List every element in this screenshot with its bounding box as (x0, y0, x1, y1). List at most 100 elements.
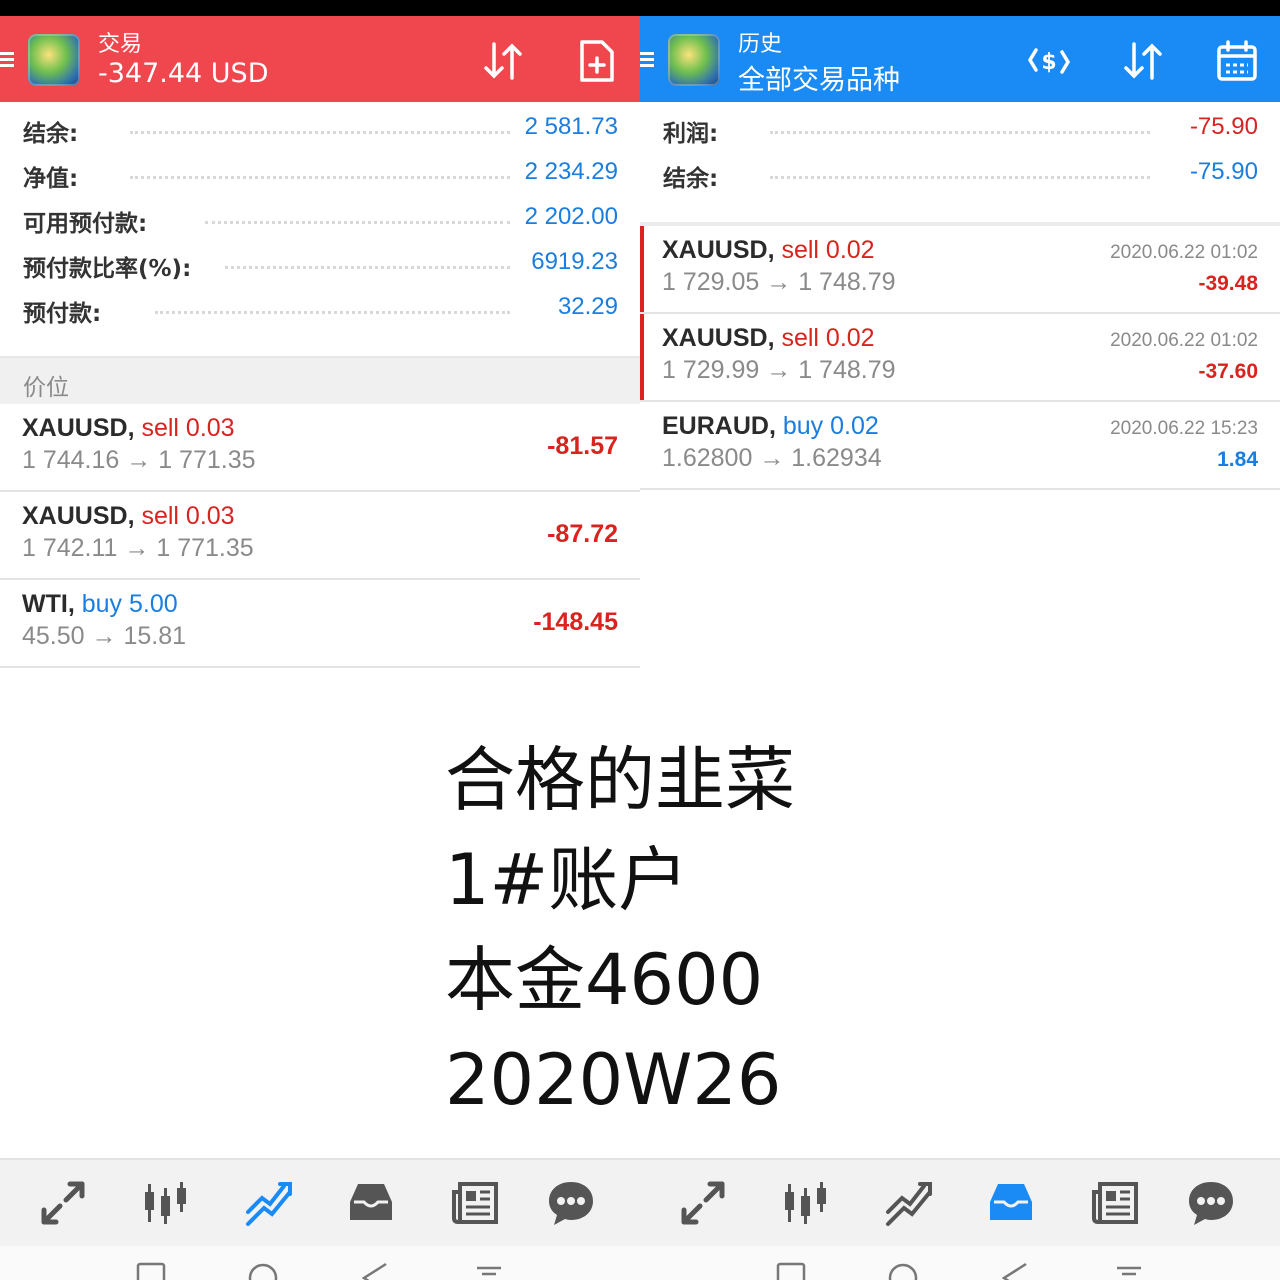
notification-icon[interactable] (474, 1260, 504, 1280)
position-prices: 1 744.16 → 1 771.35 (22, 446, 256, 474)
dotted-leader (130, 176, 510, 179)
position-profit: -87.72 (547, 520, 618, 548)
menu-icon[interactable] (640, 52, 654, 68)
position-row[interactable]: WTI, buy 5.00 45.50 → 15.81 -148.45 (0, 580, 640, 668)
trade-icon[interactable] (244, 1178, 294, 1228)
position-symbol: WTI, (22, 590, 75, 618)
history-summary: 利润: -75.90 结余: -75.90 (640, 104, 1280, 194)
summary-value: 2 202.00 (516, 203, 618, 231)
deal-symbol: XAUUSD, (662, 324, 775, 352)
deal-title: EURAUD, buy 0.02 (662, 412, 879, 441)
header-subtitle: 历史 (738, 32, 783, 57)
notification-icon[interactable] (1114, 1260, 1144, 1280)
account-summary: 结余: 2 581.73 净值: 2 234.29 可用预付款: 2 202.0… (0, 104, 640, 329)
status-bar (640, 0, 1280, 16)
summary-label: 净值: (23, 159, 87, 193)
deal-side: sell 0.02 (781, 324, 875, 352)
summary-row-margin: 预付款: 32.29 (0, 284, 640, 329)
position-prices: 1 742.11 → 1 771.35 (22, 534, 254, 562)
deal-symbol: XAUUSD, (662, 236, 775, 264)
deal-side: buy 0.02 (782, 412, 879, 440)
header-symbol-filter[interactable]: 全部交易品种 (738, 58, 900, 97)
deal-symbol: EURAUD, (662, 412, 776, 440)
header-balance: -347.44 USD (98, 58, 269, 89)
new-order-icon[interactable] (574, 38, 620, 84)
deal-title: XAUUSD, sell 0.02 (662, 236, 875, 265)
summary-row-balance: 结余: -75.90 (640, 149, 1280, 194)
position-symbol: XAUUSD, (22, 502, 135, 530)
sort-icon[interactable] (480, 38, 526, 84)
recent-apps-icon[interactable] (776, 1260, 806, 1280)
calendar-icon[interactable] (1214, 38, 1260, 84)
quotes-icon[interactable] (678, 1178, 728, 1228)
section-label: 价位 (23, 375, 69, 401)
bottom-navigation (0, 1158, 1280, 1246)
deal-side: sell 0.02 (781, 236, 875, 264)
dotted-leader (770, 176, 1150, 179)
position-title: WTI, buy 5.00 (22, 590, 178, 619)
news-icon[interactable] (450, 1178, 500, 1228)
quotes-icon[interactable] (38, 1178, 88, 1228)
summary-value: 2 581.73 (516, 113, 618, 141)
history-icon[interactable] (346, 1178, 396, 1228)
summary-row-margin-level: 预付款比率(%): 6919.23 (0, 239, 640, 284)
deal-prices: 1.62800 → 1.62934 (662, 444, 882, 472)
sort-icon[interactable] (1120, 38, 1166, 84)
position-side: sell 0.03 (141, 414, 235, 442)
deal-row[interactable]: EURAUD, buy 0.02 1.62800 → 1.62934 2020.… (640, 402, 1280, 490)
summary-row-profit: 利润: -75.90 (640, 104, 1280, 149)
home-icon[interactable] (248, 1260, 278, 1280)
position-row[interactable]: XAUUSD, sell 0.03 1 744.16 → 1 771.35 -8… (0, 404, 640, 492)
chat-icon[interactable] (1186, 1178, 1236, 1228)
position-symbol: XAUUSD, (22, 414, 135, 442)
position-row[interactable]: XAUUSD, sell 0.03 1 742.11 → 1 771.35 -8… (0, 492, 640, 580)
caption-line: 合格的韭菜 (445, 739, 795, 821)
caption-line: 2020W26 (445, 1039, 782, 1121)
chart-icon[interactable] (140, 1178, 190, 1228)
dotted-leader (225, 266, 510, 269)
back-icon[interactable] (360, 1260, 390, 1280)
dotted-leader (205, 221, 510, 224)
deal-row[interactable]: XAUUSD, sell 0.02 1 729.99 → 1 748.79 20… (640, 314, 1280, 402)
chart-icon[interactable] (780, 1178, 830, 1228)
home-icon[interactable] (888, 1260, 918, 1280)
history-header: 历史 全部交易品种 $ (640, 16, 1280, 102)
summary-row-free-margin: 可用预付款: 2 202.00 (0, 194, 640, 239)
deal-marker (640, 314, 644, 400)
summary-label: 结余: (663, 159, 727, 193)
deal-title: XAUUSD, sell 0.02 (662, 324, 875, 353)
summary-value: 32.29 (549, 293, 618, 321)
summary-label: 预付款: (23, 294, 110, 328)
summary-row-equity: 净值: 2 234.29 (0, 149, 640, 194)
history-icon[interactable] (986, 1178, 1036, 1228)
deal-prices: 1 729.05 → 1 748.79 (662, 268, 896, 296)
deal-time: 2020.06.22 01:02 (1110, 330, 1258, 351)
summary-value: -75.90 (1181, 158, 1258, 186)
news-icon[interactable] (1090, 1178, 1140, 1228)
menu-icon[interactable] (0, 52, 14, 68)
deal-prices: 1 729.99 → 1 748.79 (662, 356, 896, 384)
deal-time: 2020.06.22 15:23 (1110, 418, 1258, 439)
caption-line: 1#账户 (445, 839, 689, 921)
summary-value: -75.90 (1181, 113, 1258, 141)
currency-exchange-icon[interactable]: $ (1026, 38, 1072, 84)
position-prices: 45.50 → 15.81 (22, 622, 187, 650)
trade-icon[interactable] (884, 1178, 934, 1228)
chat-icon[interactable] (546, 1178, 596, 1228)
back-icon[interactable] (1000, 1260, 1030, 1280)
section-header-positions: 价位 (0, 356, 640, 408)
position-title: XAUUSD, sell 0.03 (22, 414, 235, 443)
system-navigation-bar (0, 1246, 1280, 1280)
status-bar (0, 0, 640, 16)
header-subtitle: 交易 (98, 32, 143, 57)
deal-time: 2020.06.22 01:02 (1110, 242, 1258, 263)
app-logo (28, 34, 80, 86)
dotted-leader (130, 131, 510, 134)
summary-value: 2 234.29 (516, 158, 618, 186)
trade-header: 交易 -347.44 USD (0, 16, 640, 102)
summary-label: 预付款比率(%): (23, 249, 200, 283)
position-side: sell 0.03 (141, 502, 235, 530)
recent-apps-icon[interactable] (136, 1260, 166, 1280)
deal-marker (640, 226, 644, 312)
deal-row[interactable]: XAUUSD, sell 0.02 1 729.05 → 1 748.79 20… (640, 226, 1280, 314)
